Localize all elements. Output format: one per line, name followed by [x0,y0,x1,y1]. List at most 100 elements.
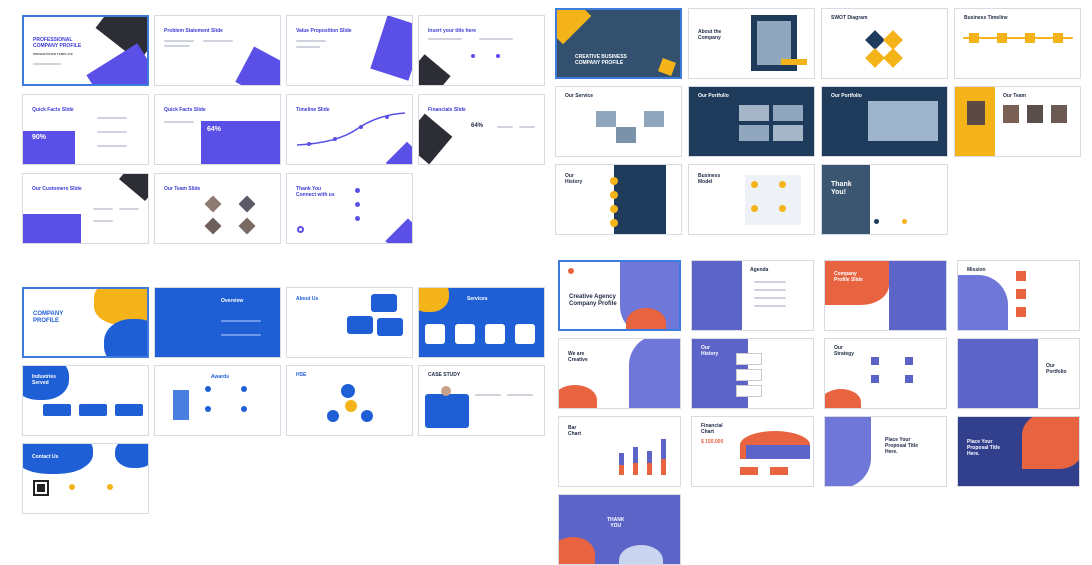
value-box [371,294,397,312]
service-card [455,324,475,344]
slide-thumbnail-problem-statement[interactable]: Problem Statement Slide [154,15,281,86]
slide-thumbnail-company-profile[interactable]: Company Profile Slide [824,260,947,331]
purple-corner-shape [385,218,412,243]
city-photo [692,261,742,330]
hex-weakness [883,30,903,50]
slide-thumbnail-quick-facts-2[interactable]: Quick Facts Slide 64% [154,94,281,165]
slide-thumbnail-contact-us[interactable]: Contact Us [22,443,149,514]
slide-thumbnail-hse[interactable]: HSE [286,365,413,436]
slide-thumbnail-title[interactable]: PROFESSIONAL COMPANY PROFILE PRESENTATIO… [22,15,149,86]
bar-segment [633,447,638,463]
slide-thumbnail-our-service[interactable]: Our Service [555,86,682,157]
team-photo [967,101,985,125]
slide-thumbnail-our-portfolio-2[interactable]: Our Portfolio [821,86,948,157]
bar-segment [647,463,652,475]
text-line [475,394,501,396]
slide-thumbnail-title[interactable]: Creative Agency Company Profile [558,260,681,331]
slide-thumbnail-title[interactable]: COMPANY PROFILE [22,287,149,358]
stat-value: 90% [32,134,47,141]
slide-thumbnail-our-history[interactable]: Our History [691,338,814,409]
agenda-item [754,305,786,307]
history-card [736,353,762,365]
slide-thumbnail-industries-served[interactable]: Industries Served [22,365,149,436]
slide-title: About Us [296,296,319,302]
slide-thumbnail-insert-title[interactable]: Insert your title here [418,15,545,86]
dark-corner-shape [419,54,451,85]
slide-title: Financial Chart [701,423,723,435]
slide-thumbnail-thank-you[interactable]: Thank You! [821,164,948,235]
slide-thumbnail-our-portfolio[interactable]: Our Portfolio [957,338,1080,409]
slide-thumbnail-financial-chart[interactable]: Financial Chart $ 150.000 [691,416,814,487]
slide-thumbnail-title[interactable]: CREATIVE BUSINESS COMPANY PROFILE [555,8,682,79]
portfolio-photo [868,101,938,141]
text-line [93,220,113,222]
text-line [479,38,513,40]
navy-panel [614,165,666,234]
slide-thumbnail-our-strategy[interactable]: Our Strategy [824,338,947,409]
slide-thumbnail-proposal-title-2[interactable]: Place Your Proposal Title Here. [957,416,1080,487]
slide-thumbnail-services[interactable]: Services [418,287,545,358]
slide-thumbnail-our-history[interactable]: Our History [555,164,682,235]
purple-panel [23,131,75,164]
slide-thumbnail-proposal-title-1[interactable]: Place Your Proposal Title Here. [824,416,947,487]
text-line [97,145,127,147]
service-card [515,324,535,344]
slide-title: Our Team Slide [164,186,201,192]
slide-thumbnail-business-timeline[interactable]: Business Timeline [954,8,1081,79]
contact-icon [355,202,360,207]
slide-thumbnail-overview[interactable]: Overview [154,287,281,358]
slide-thumbnail-about-company[interactable]: About the Company [688,8,815,79]
service-card [485,324,505,344]
slide-thumbnail-we-are-creative[interactable]: We are Creative [558,338,681,409]
bar-segment [619,465,624,475]
text-line [507,394,533,396]
dark-corner-shape [419,113,453,164]
slide-thumbnail-our-portfolio-1[interactable]: Our Portfolio [688,86,815,157]
slide-thumbnail-value-proposition[interactable]: Value Proposition Slide [286,15,413,86]
slide-title: Quick Facts Slide [164,107,206,113]
contact-icon [355,216,360,221]
slide-thumbnail-bar-chart[interactable]: Bar Chart [558,416,681,487]
slide-thumbnail-mission[interactable]: Mission [957,260,1080,331]
slide-thumbnail-agenda[interactable]: Agenda [691,260,814,331]
orange-blob [1022,417,1079,469]
slide-thumbnail-our-customers[interactable]: Our Customers Slide [22,173,149,244]
agenda-item [754,281,786,283]
hse-icon [361,410,373,422]
bar-segment [661,459,666,475]
city-photo [958,275,1008,330]
slide-title: Mission [967,267,986,273]
slide-title: Our Portfolio [698,93,729,99]
bullet-dot [471,54,475,58]
model-icon [751,205,758,212]
history-card [736,385,762,397]
industry-card [43,404,71,416]
award-icon [241,406,247,412]
qr-code [33,480,49,496]
slide-thumbnail-about-us[interactable]: About Us [286,287,413,358]
hex-threat [883,48,903,68]
slide-thumbnail-case-study[interactable]: CASE STUDY [418,365,545,436]
strategy-icon [905,357,913,365]
slide-title: Our Portfolio [831,93,862,99]
slide-thumbnail-timeline[interactable]: Timeline Slide [286,94,413,165]
text-line [221,320,261,322]
service-photo [616,127,636,143]
area-chart [746,445,810,459]
slide-thumbnail-business-model[interactable]: Business Model [688,164,815,235]
slide-thumbnail-our-team[interactable]: Our Team Slide [154,173,281,244]
slide-thumbnail-thank-you[interactable]: THANK YOU [558,494,681,565]
financial-value: $ 150.000 [701,439,724,445]
slide-title: We are Creative [568,351,588,363]
bar-segment [647,451,652,463]
contact-icon [902,219,907,224]
slide-thumbnail-financials[interactable]: Financials Slide 64% [418,94,545,165]
slide-thumbnail-awards[interactable]: Awards [154,365,281,436]
slide-thumbnail-thank-you[interactable]: Thank You Connect with us [286,173,413,244]
slide-thumbnail-quick-facts-1[interactable]: Quick Facts Slide 90% [22,94,149,165]
template-group-creative-agency: Creative Agency Company Profile Agenda C… [558,260,1080,565]
slide-thumbnail-swot[interactable]: SWOT Diagram [821,8,948,79]
slide-thumbnail-our-team[interactable]: Our Team [954,86,1081,157]
timeline-marker [969,33,979,43]
slide-title: Bar Chart [568,425,582,437]
